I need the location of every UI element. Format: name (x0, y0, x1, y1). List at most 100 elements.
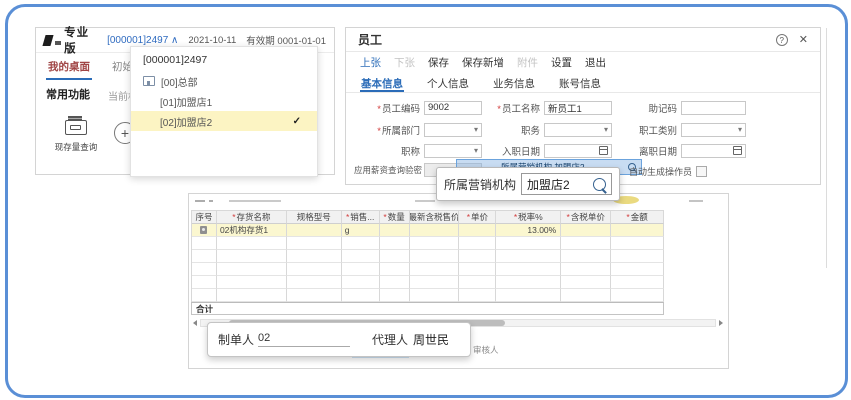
org-dropdown-panel: [000001]2497 [00]总部 [01]加盟店1 [02]加盟店2 ✓ (130, 46, 318, 177)
save-button[interactable]: 保存 (428, 55, 449, 70)
marketing-org-zoom-popup: 所属营销机构 加盟店2 (436, 167, 620, 201)
tplus-logo: 专业版 (44, 24, 97, 56)
auto-operator-field: 自动生成操作员 (629, 165, 707, 178)
org-dropdown-header: [000001]2497 (131, 47, 317, 71)
mnemonic-label: 助记码 (611, 101, 681, 115)
col-amount: *金额 (611, 210, 664, 224)
check-icon: ✓ (293, 116, 301, 127)
account-number: [000001]2497 (107, 35, 168, 46)
job-title-label: 职称 (354, 144, 424, 158)
scroll-right-icon[interactable] (719, 320, 723, 326)
exit-button[interactable]: 退出 (585, 55, 606, 70)
org-item-headquarters[interactable]: [00]总部 (131, 71, 317, 91)
org-item-store2[interactable]: [02]加盟店2 ✓ (131, 111, 317, 131)
calendar-icon (599, 146, 608, 155)
leave-date-label: 离职日期 (611, 144, 681, 158)
hire-date-input[interactable] (544, 144, 612, 158)
duty-select[interactable]: ▾ (544, 123, 612, 137)
stock-query-shortcut[interactable]: 现存量查询 (48, 114, 104, 153)
creator-label: 制单人 (218, 331, 254, 348)
col-seq: 序号 (192, 210, 217, 224)
stock-query-label: 现存量查询 (48, 141, 104, 153)
search-icon[interactable] (593, 178, 606, 191)
attachment-button: 附件 (517, 55, 538, 70)
tab-personal-info[interactable]: 个人信息 (426, 74, 470, 92)
prev-record-button[interactable]: 上张 (360, 55, 381, 70)
auto-operator-label: 自动生成操作员 (629, 165, 692, 178)
logo-mark-icon (42, 35, 53, 46)
toolbar-fragment (689, 200, 703, 202)
table-row[interactable] (191, 276, 664, 289)
duty-label: 职务 (474, 123, 544, 137)
marketing-org-label: 所属营销机构 (444, 176, 516, 193)
col-spec-model: 规格型号 (287, 210, 342, 224)
table-row[interactable] (191, 250, 664, 263)
next-record-button: 下张 (394, 55, 415, 70)
agent-label: 代理人 (372, 331, 408, 348)
toolbar-fragment (415, 200, 435, 202)
settings-button[interactable]: 设置 (551, 55, 572, 70)
col-sales: *销售... (342, 210, 380, 224)
marketing-org-value: 加盟店2 (527, 176, 570, 193)
emp-name-input[interactable]: 新员工1 (544, 101, 612, 115)
logo-dots-icon (55, 41, 61, 45)
emp-name-label: *员工名称 (474, 101, 544, 115)
row-marker-icon (200, 226, 207, 234)
account-switcher[interactable]: [000001]2497 ∧ (107, 35, 178, 46)
col-taxed-unit-price: *含税单价 (561, 210, 611, 224)
table-row[interactable] (191, 237, 664, 250)
table-row[interactable] (191, 263, 664, 276)
window-title: 员工 (358, 31, 382, 48)
org-item-label: [01]加盟店1 (160, 94, 212, 109)
save-new-button[interactable]: 保存新增 (462, 55, 504, 70)
toolbar-fragment (195, 200, 205, 202)
org-item-label: [02]加盟店2 (160, 114, 212, 129)
toolbar-fragment (229, 200, 281, 202)
tab-business-info[interactable]: 业务信息 (492, 74, 536, 92)
col-unit-price: *单价 (459, 210, 496, 224)
background-window-edge (826, 28, 827, 268)
mnemonic-input[interactable] (681, 101, 746, 115)
col-tax-rate: *税率% (496, 210, 561, 224)
tab-basic-info[interactable]: 基本信息 (360, 74, 404, 92)
auditor-field: 审核人 (473, 344, 499, 356)
total-row: 合计 (191, 302, 664, 315)
table-row[interactable] (191, 289, 664, 302)
hire-date-label: 入职日期 (474, 144, 544, 158)
org-item-store1[interactable]: [01]加盟店1 (131, 91, 317, 111)
validity-period: 有效期 0001-01-01 (246, 33, 326, 47)
emp-code-label: *员工编码 (354, 101, 424, 115)
col-inventory-name: *存货名称 (217, 210, 287, 224)
cell-tax-rate: 13.00% (496, 224, 561, 237)
toolbar-fragment (209, 200, 213, 202)
tab-account-info[interactable]: 账号信息 (558, 74, 602, 92)
close-icon[interactable]: ✕ (799, 33, 808, 46)
agent-value: 周世民 (413, 331, 449, 348)
calendar-icon (733, 146, 742, 155)
salary-verify-label: 应用薪资查询验密 (354, 164, 424, 176)
leave-date-input[interactable] (681, 144, 746, 158)
logo-edition-label: 专业版 (64, 24, 97, 56)
marketing-org-input[interactable]: 加盟店2 (521, 173, 612, 195)
table-row[interactable]: 02机构存货1 g 13.00% (191, 224, 664, 237)
chevron-down-icon: ▾ (738, 126, 742, 134)
category-label: 职工类别 (611, 123, 681, 137)
employee-toolbar: 上张 下张 保存 保存新增 附件 设置 退出 (360, 55, 606, 70)
creator-zoom-popup: 制单人 02 代理人 周世民 (207, 322, 471, 357)
employee-titlebar: 员工 ? ✕ (346, 28, 820, 52)
caret-up-icon: ∧ (171, 35, 178, 46)
cell-inventory-name: 02机构存货1 (217, 224, 287, 237)
items-grid: 序号 *存货名称 规格型号 *销售... *数量 最新含税售价 *单价 *税率%… (191, 210, 664, 315)
scroll-left-icon[interactable] (193, 320, 197, 326)
col-quantity: *数量 (380, 210, 410, 224)
stock-drawer-icon (65, 120, 87, 135)
help-icon[interactable]: ? (776, 34, 788, 46)
grid-header-row: 序号 *存货名称 规格型号 *销售... *数量 最新含税售价 *单价 *税率%… (191, 210, 664, 224)
category-select[interactable]: ▾ (681, 123, 746, 137)
employee-window: 员工 ? ✕ 上张 下张 保存 保存新增 附件 设置 退出 基本信息 个人信息 … (345, 27, 821, 185)
tab-my-desktop[interactable]: 我的桌面 (46, 55, 92, 80)
common-functions-title: 常用功能 (46, 86, 90, 102)
total-label: 合计 (196, 303, 213, 315)
auto-operator-checkbox[interactable] (696, 166, 707, 177)
org-item-label: [00]总部 (161, 74, 198, 89)
